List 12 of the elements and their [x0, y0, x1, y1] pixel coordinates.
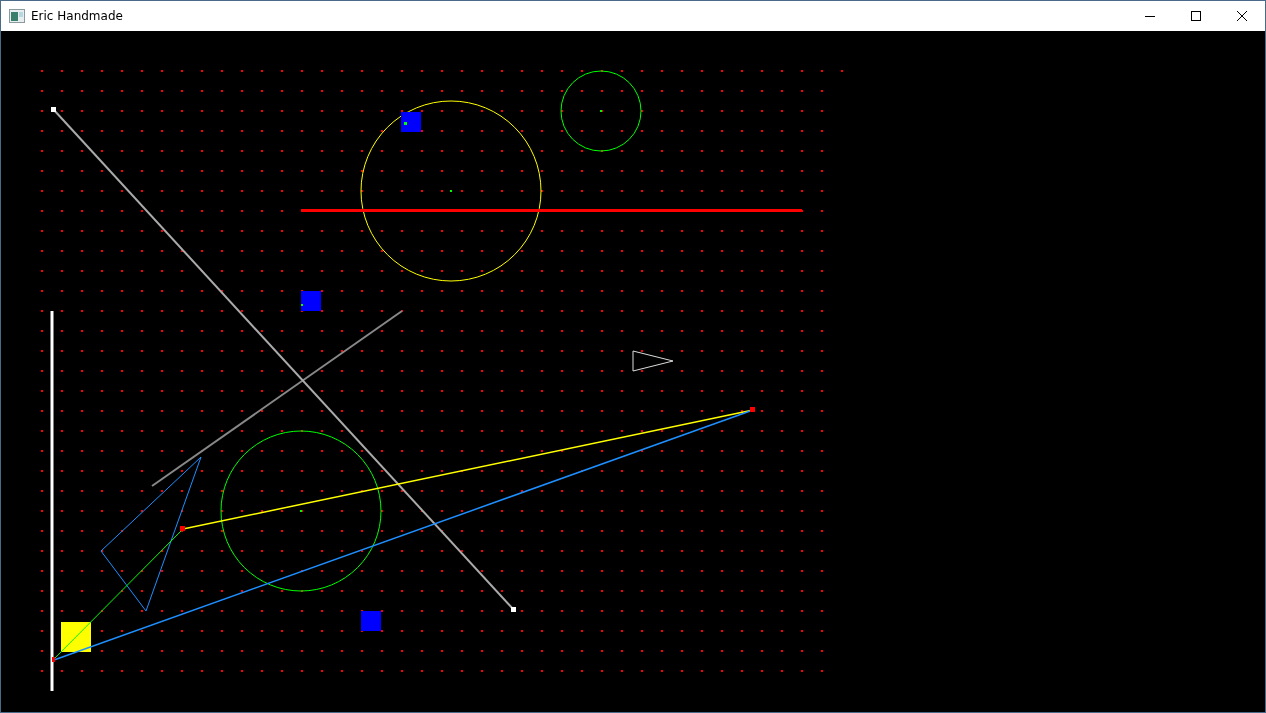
window-title: Eric Handmade: [31, 9, 123, 23]
square-shape: [361, 611, 381, 631]
triangle-shape: [632, 350, 674, 372]
square-shape: [401, 112, 421, 132]
close-icon: [1236, 10, 1248, 22]
endpoint-marker: [52, 657, 55, 662]
maximize-icon: [1190, 10, 1202, 22]
app-icon: [9, 9, 25, 23]
endpoint-marker: [750, 407, 755, 412]
square-shape: [61, 622, 91, 652]
endpoint-marker: [180, 526, 185, 531]
square-shape: [301, 291, 321, 311]
